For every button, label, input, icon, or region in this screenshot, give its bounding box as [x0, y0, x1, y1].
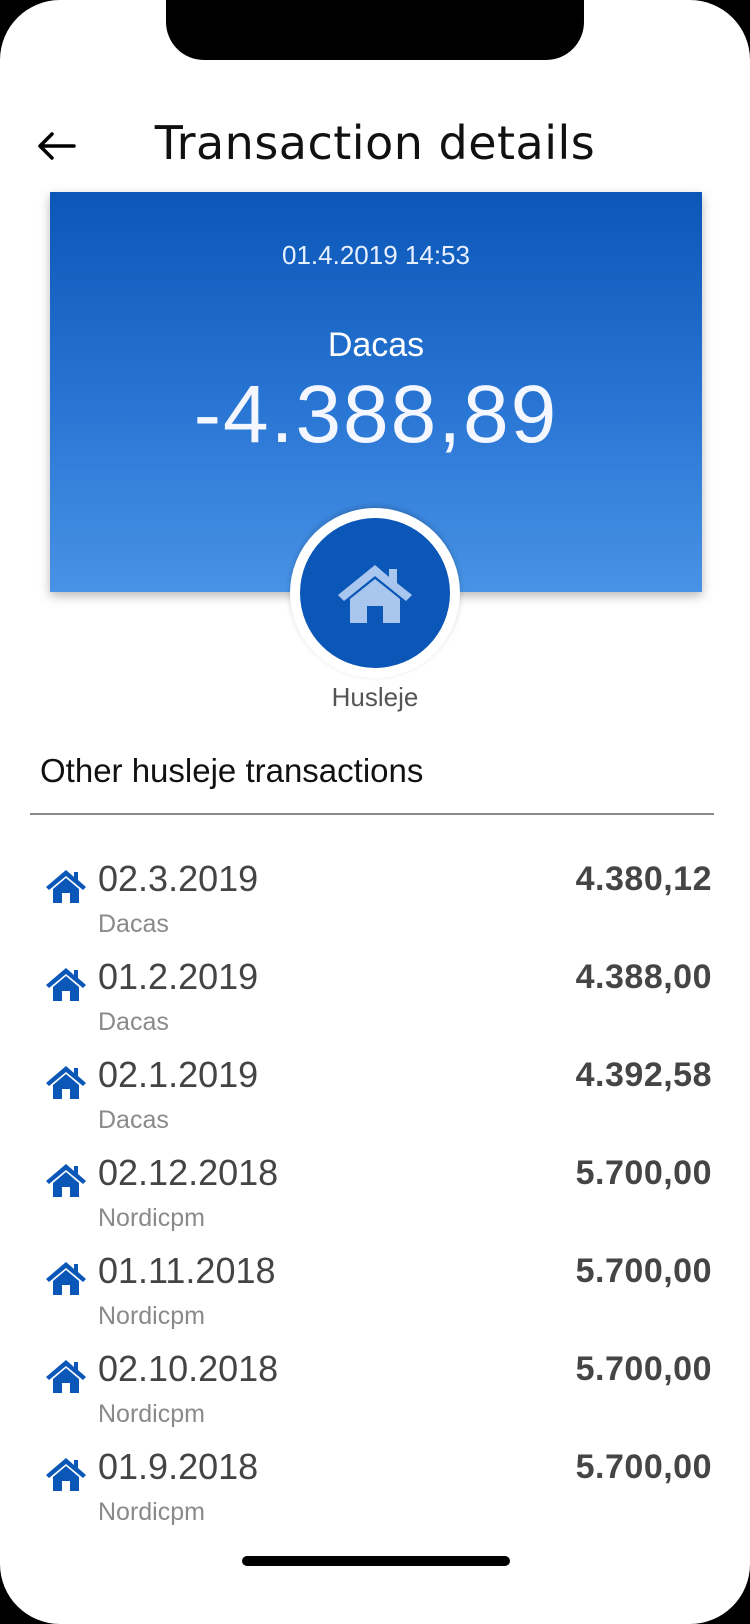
home-icon	[338, 565, 412, 623]
transaction-row[interactable]: 01.11.2018 Nordicpm 5.700,00	[0, 1250, 750, 1348]
page-title: Transaction details	[154, 116, 596, 170]
section-title: Other husleje transactions	[40, 752, 424, 789]
transaction-merchant: Dacas	[327, 326, 425, 364]
transaction-row[interactable]: 02.3.2019 Dacas 4.380,12	[0, 858, 750, 956]
row-merchant: Dacas	[98, 910, 169, 938]
row-amount: 5.700,00	[575, 1448, 712, 1486]
row-amount: 4.388,00	[575, 958, 712, 996]
transaction-row[interactable]: 02.12.2018 Nordicpm 5.700,00	[0, 1152, 750, 1250]
transaction-datetime: 01.4.2019 14:53	[282, 240, 470, 270]
app-header: Transaction details	[0, 110, 750, 180]
row-amount: 5.700,00	[575, 1154, 712, 1192]
row-amount: 4.380,12	[575, 860, 712, 898]
row-amount: 5.700,00	[575, 1252, 712, 1290]
row-date: 02.12.2018	[98, 1152, 279, 1193]
row-merchant: Nordicpm	[98, 1400, 205, 1428]
category-label: Husleje	[331, 682, 419, 712]
row-merchant: Dacas	[98, 1008, 169, 1036]
row-date: 01.9.2018	[98, 1446, 259, 1487]
other-transactions-list: 02.3.2019 Dacas 4.380,12 01.2.2019 Dacas…	[0, 858, 750, 1544]
section-divider	[30, 813, 714, 815]
home-icon	[46, 870, 86, 903]
home-icon	[46, 1066, 86, 1099]
transaction-row[interactable]: 02.1.2019 Dacas 4.392,58	[0, 1054, 750, 1152]
row-amount: 5.700,00	[575, 1350, 712, 1388]
transaction-row[interactable]: 01.9.2018 Nordicpm 5.700,00	[0, 1446, 750, 1544]
transaction-row[interactable]: 01.2.2019 Dacas 4.388,00	[0, 956, 750, 1054]
row-date: 01.11.2018	[98, 1250, 276, 1291]
row-date: 01.2.2019	[98, 956, 259, 997]
row-date: 02.3.2019	[98, 858, 259, 899]
transaction-row[interactable]: 02.10.2018 Nordicpm 5.700,00	[0, 1348, 750, 1446]
row-date: 02.1.2019	[98, 1054, 259, 1095]
row-merchant: Nordicpm	[98, 1498, 205, 1526]
home-icon	[46, 1458, 86, 1491]
row-amount: 4.392,58	[575, 1056, 712, 1094]
category-button[interactable]	[300, 518, 450, 668]
home-indicator[interactable]	[242, 1556, 510, 1566]
home-icon	[46, 1262, 86, 1295]
transaction-amount: -4.388,89	[193, 369, 559, 460]
row-merchant: Nordicpm	[98, 1302, 205, 1330]
home-icon	[46, 1164, 86, 1197]
device-notch	[166, 0, 584, 60]
row-merchant: Dacas	[98, 1106, 169, 1134]
phone-screen: Transaction details 01.4.2019 14:53 Daca…	[0, 0, 750, 1624]
home-icon	[46, 1360, 86, 1393]
row-merchant: Nordicpm	[98, 1204, 205, 1232]
row-date: 02.10.2018	[98, 1348, 279, 1389]
home-icon	[46, 968, 86, 1001]
